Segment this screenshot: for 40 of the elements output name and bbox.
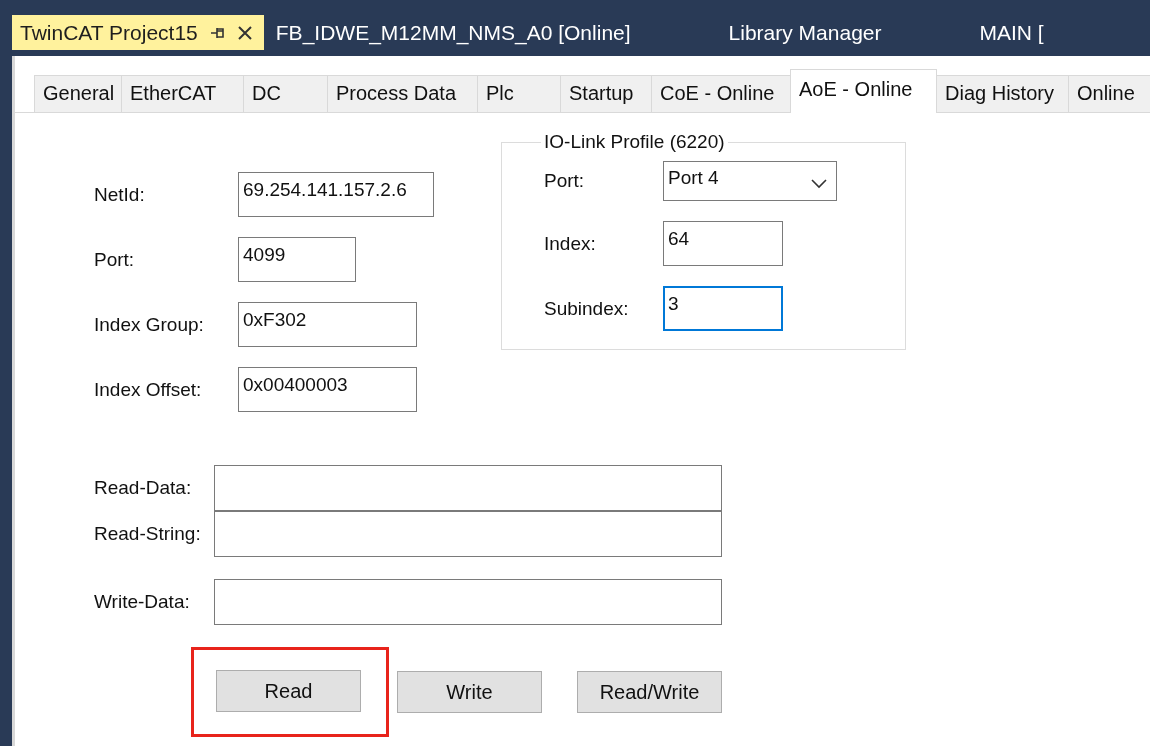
group-title: IO-Link Profile (6220)	[543, 131, 726, 153]
document-tab[interactable]: Library Manager	[720, 15, 972, 50]
field-label: Index Offset:	[94, 378, 203, 401]
input-field[interactable]	[214, 511, 722, 557]
document-tab[interactable]: TwinCAT Project15	[12, 15, 264, 50]
tab[interactable]: AoE - Online	[790, 69, 937, 113]
field-label: Read-String:	[94, 523, 202, 545]
tab[interactable]: EtherCAT	[121, 75, 244, 112]
field-label: Read-Data:	[94, 477, 193, 499]
field-label: Index:	[544, 232, 597, 255]
tab[interactable]: Diag History	[936, 75, 1069, 112]
input-field[interactable]: 0xF302	[238, 302, 417, 347]
tab[interactable]: CoE - Online	[651, 75, 791, 112]
field-label: Index Group:	[94, 313, 205, 336]
close-icon[interactable]	[235, 23, 254, 42]
input-field[interactable]: 69.254.141.157.2.6	[238, 172, 434, 217]
field-label: Port:	[544, 170, 586, 192]
field-label: Write-Data:	[94, 591, 191, 613]
tab[interactable]: General	[34, 75, 122, 112]
input-field[interactable]: 4099	[238, 237, 356, 282]
input-field[interactable]	[214, 579, 722, 625]
input-field[interactable]	[214, 465, 722, 511]
document-tab[interactable]: MAIN [	[971, 15, 1134, 50]
dropdown[interactable]: Port 4	[663, 161, 837, 201]
input-field[interactable]: 64	[663, 221, 783, 266]
field-label: Subindex:	[544, 297, 630, 320]
tab[interactable]: Process Data	[327, 75, 478, 112]
document-tab[interactable]: FB_IDWE_M12MM_NMS_A0 [Online]	[267, 15, 721, 50]
field-label: Port:	[94, 248, 136, 271]
tab[interactable]: Plc	[477, 75, 561, 112]
action-button[interactable]: Write	[397, 671, 542, 713]
chevron-down-icon	[810, 177, 828, 189]
tab[interactable]: Online	[1068, 75, 1150, 112]
tab[interactable]: DC	[243, 75, 328, 112]
field-label: NetId:	[94, 183, 146, 206]
action-button[interactable]: Read	[216, 670, 361, 712]
action-button[interactable]: Read/Write	[577, 671, 722, 713]
tab[interactable]: Startup	[560, 75, 652, 112]
input-field[interactable]: 3	[663, 286, 783, 331]
input-field[interactable]: 0x00400003	[238, 367, 417, 412]
